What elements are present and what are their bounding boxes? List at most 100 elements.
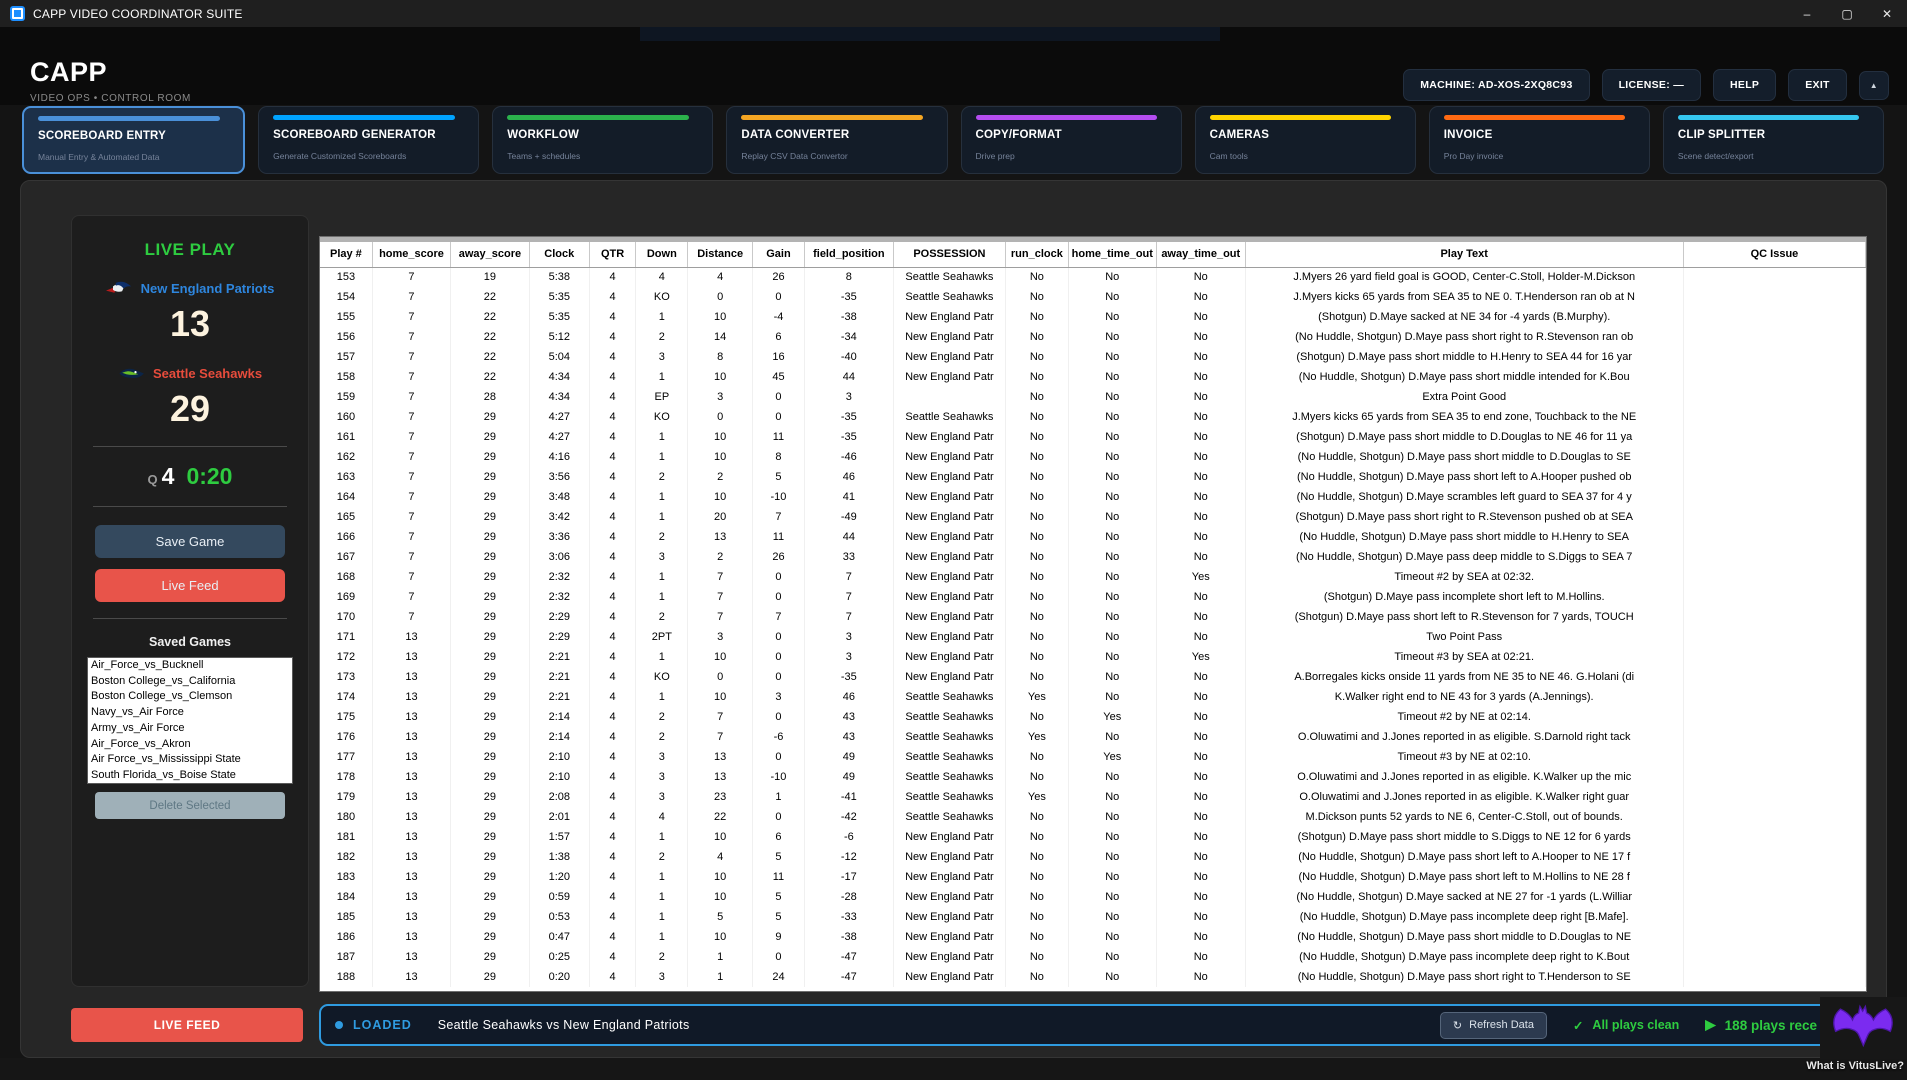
table-cell: No	[1157, 307, 1245, 327]
table-row[interactable]: 1587224:3441104544New England PatrNoNoNo…	[320, 367, 1866, 387]
table-row[interactable]: 17813292:104313-1049Seattle SeahawksNoNo…	[320, 767, 1866, 787]
close-button[interactable]: ✕	[1867, 0, 1907, 27]
table-row[interactable]: 1697292:3241707New England PatrNoNoNo(Sh…	[320, 587, 1866, 607]
column-header-home-score[interactable]: home_score	[372, 242, 450, 267]
tab-copy-format[interactable]: COPY/FORMATDrive prep	[961, 106, 1182, 174]
saved-game-item[interactable]: South Florida_vs_Boise State	[88, 768, 292, 784]
help-button[interactable]: HELP	[1713, 69, 1776, 101]
column-header-away-time-out[interactable]: away_time_out	[1157, 242, 1245, 267]
table-row[interactable]: 18613290:4741109-38New England PatrNoNoN…	[320, 927, 1866, 947]
table-row[interactable]: 17513292:14427043Seattle SeahawksNoYesNo…	[320, 707, 1866, 727]
minimize-button[interactable]: –	[1787, 0, 1827, 27]
tab-workflow[interactable]: WORKFLOWTeams + schedules	[492, 106, 713, 174]
live-feed-button[interactable]: Live Feed	[95, 569, 285, 602]
exit-button[interactable]: EXIT	[1788, 69, 1847, 101]
table-row[interactable]: 17913292:0843231-41Seattle SeahawksYesNo…	[320, 787, 1866, 807]
column-header-distance[interactable]: Distance	[688, 242, 752, 267]
tab-clip-splitter[interactable]: CLIP SPLITTERScene detect/export	[1663, 106, 1884, 174]
table-row[interactable]: 1537195:38444268Seattle SeahawksNoNoNoJ.…	[320, 267, 1866, 287]
app-tagline: VIDEO OPS • CONTROL ROOM	[30, 93, 191, 104]
table-cell: 2:14	[529, 727, 589, 747]
column-header-clock[interactable]: Clock	[529, 242, 589, 267]
table-row[interactable]: 18313291:20411011-17New England PatrNoNo…	[320, 867, 1866, 887]
table-cell: 163	[320, 467, 372, 487]
table-row[interactable]: 1657293:4241207-49New England PatrNoNoNo…	[320, 507, 1866, 527]
table-cell: 11	[752, 527, 804, 547]
delete-selected-button[interactable]: Delete Selected	[95, 792, 285, 819]
saved-game-item[interactable]: Air_Force_vs_Bucknell	[88, 658, 292, 674]
refresh-data-button[interactable]: ↻ Refresh Data	[1440, 1012, 1547, 1039]
table-row[interactable]: 1547225:354KO00-35Seattle SeahawksNoNoNo…	[320, 287, 1866, 307]
column-header-field-position[interactable]: field_position	[805, 242, 893, 267]
table-row[interactable]: 1677293:064322633New England PatrNoNoNo(…	[320, 547, 1866, 567]
column-header-run-clock[interactable]: run_clock	[1006, 242, 1068, 267]
table-row[interactable]: 1617294:27411011-35New England PatrNoNoN…	[320, 427, 1866, 447]
saved-game-item[interactable]: Air_Force_vs_Akron	[88, 737, 292, 753]
table-row[interactable]: 18713290:254210-47New England PatrNoNoNo…	[320, 947, 1866, 967]
column-header-play-text[interactable]: Play Text	[1245, 242, 1683, 267]
table-row[interactable]: 18813290:2043124-47New England PatrNoNoN…	[320, 967, 1866, 987]
table-cell: 5	[752, 887, 804, 907]
column-header-down[interactable]: Down	[636, 242, 688, 267]
table-cell: KO	[636, 287, 688, 307]
tab-invoice[interactable]: INVOICEPro Day invoice	[1429, 106, 1650, 174]
table-cell: -35	[805, 667, 893, 687]
table-row[interactable]: 1567225:1242146-34New England PatrNoNoNo…	[320, 327, 1866, 347]
table-cell: No	[1157, 347, 1245, 367]
saved-games-listbox[interactable]: Air_Force_vs_BucknellBoston College_vs_C…	[87, 657, 293, 784]
saved-game-item[interactable]: Boston College_vs_Clemson	[88, 689, 292, 705]
table-row[interactable]: 1577225:0443816-40New England PatrNoNoNo…	[320, 347, 1866, 367]
table-row[interactable]: 17213292:21411003New England PatrNoNoYes…	[320, 647, 1866, 667]
table-row[interactable]: 1637293:56422546New England PatrNoNoNo(N…	[320, 467, 1866, 487]
table-row[interactable]: 1687292:3241707New England PatrNoNoYesTi…	[320, 567, 1866, 587]
table-cell: 0	[752, 747, 804, 767]
saved-game-item[interactable]: Navy_vs_Air Force	[88, 705, 292, 721]
table-row[interactable]: 18113291:5741106-6New England PatrNoNoNo…	[320, 827, 1866, 847]
collapse-button[interactable]: ▲	[1859, 71, 1889, 100]
table-row[interactable]: 1667293:3642131144New England PatrNoNoNo…	[320, 527, 1866, 547]
saved-game-item[interactable]: Boston College_vs_California	[88, 674, 292, 690]
vituslive-logo[interactable]	[1820, 997, 1907, 1059]
column-header-qc-issue[interactable]: QC Issue	[1683, 242, 1865, 267]
column-header-home-time-out[interactable]: home_time_out	[1068, 242, 1156, 267]
table-row[interactable]: 17313292:214KO00-35New England PatrNoNoN…	[320, 667, 1866, 687]
table-cell: No	[1006, 627, 1068, 647]
tab-label: COPY/FORMAT	[976, 129, 1167, 141]
table-row[interactable]: 1647293:484110-1041New England PatrNoNoN…	[320, 487, 1866, 507]
column-header-play-[interactable]: Play #	[320, 242, 372, 267]
table-cell: 4	[589, 527, 635, 547]
table-cell: No	[1068, 427, 1156, 447]
column-header-possession[interactable]: POSSESSION	[893, 242, 1006, 267]
saved-game-item[interactable]: Air Force_vs_Mississippi State	[88, 752, 292, 768]
table-cell: 4	[589, 927, 635, 947]
save-game-button[interactable]: Save Game	[95, 525, 285, 558]
maximize-button[interactable]: ▢	[1827, 0, 1867, 27]
column-header-qtr[interactable]: QTR	[589, 242, 635, 267]
table-row[interactable]: 17113292:2942PT303New England PatrNoNoNo…	[320, 627, 1866, 647]
table-row[interactable]: 18013292:0144220-42Seattle SeahawksNoNoN…	[320, 807, 1866, 827]
tab-scoreboard-generator[interactable]: SCOREBOARD GENERATORGenerate Customized …	[258, 106, 479, 174]
tab-scoreboard-entry[interactable]: SCOREBOARD ENTRYManual Entry & Automated…	[22, 106, 245, 174]
table-row[interactable]: 18413290:5941105-28New England PatrNoNoN…	[320, 887, 1866, 907]
table-row[interactable]: 18513290:534155-33New England PatrNoNoNo…	[320, 907, 1866, 927]
table-cell: 29	[451, 407, 529, 427]
table-row[interactable]: 1557225:354110-4-38New England PatrNoNoN…	[320, 307, 1866, 327]
table-row[interactable]: 1707292:2942777New England PatrNoNoNo(Sh…	[320, 607, 1866, 627]
table-row[interactable]: 17713292:104313049Seattle SeahawksNoYesN…	[320, 747, 1866, 767]
column-header-away-score[interactable]: away_score	[451, 242, 529, 267]
table-row[interactable]: 18213291:384245-12New England PatrNoNoNo…	[320, 847, 1866, 867]
tab-data-converter[interactable]: DATA CONVERTERReplay CSV Data Convertor	[726, 106, 947, 174]
table-row[interactable]: 1607294:274KO00-35Seattle SeahawksNoNoNo…	[320, 407, 1866, 427]
table-row[interactable]: 1597284:344EP303NoNoNoExtra Point Good	[320, 387, 1866, 407]
table-row[interactable]: 17613292:14427-643Seattle SeahawksYesNoN…	[320, 727, 1866, 747]
saved-game-item[interactable]: Army_vs_Air Force	[88, 721, 292, 737]
table-row[interactable]: 1627294:1641108-46New England PatrNoNoNo…	[320, 447, 1866, 467]
table-cell: 7	[688, 567, 752, 587]
table-cell: 29	[451, 707, 529, 727]
table-row[interactable]: 17413292:214110346Seattle SeahawksYesNoN…	[320, 687, 1866, 707]
live-feed-main-button[interactable]: LIVE FEED	[71, 1008, 303, 1042]
tab-cameras[interactable]: CAMERASCam tools	[1195, 106, 1416, 174]
column-header-gain[interactable]: Gain	[752, 242, 804, 267]
vituslive-caption[interactable]: What is VitusLive?	[1806, 1060, 1904, 1072]
table-cell	[1683, 627, 1865, 647]
